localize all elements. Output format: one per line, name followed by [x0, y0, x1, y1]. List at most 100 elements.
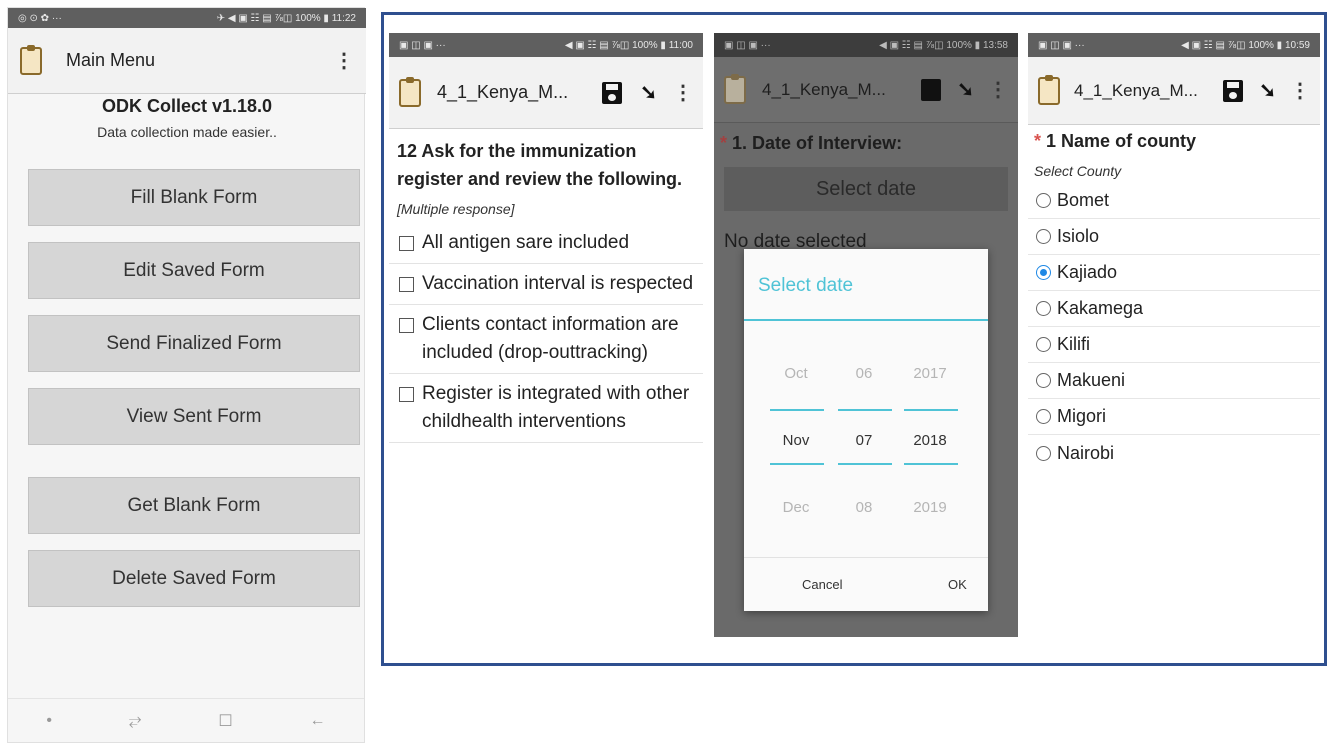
- picker-divider: [838, 463, 892, 465]
- option-label: All antigen sare included: [422, 232, 630, 253]
- question-text: 1. Date of Interview:: [732, 133, 903, 153]
- option-label: Bomet: [1057, 190, 1110, 210]
- option-label: Nairobi: [1057, 442, 1115, 463]
- save-icon[interactable]: [602, 81, 623, 104]
- select-date-button[interactable]: Select date: [724, 167, 1008, 211]
- checkbox[interactable]: [399, 277, 414, 292]
- option-register-integrated[interactable]: Register is integrated with other childh…: [389, 374, 703, 443]
- app-bar: 4_1_Kenya_M... ➘ ⋮: [1028, 57, 1320, 125]
- year-prev: 2017: [913, 365, 947, 382]
- dialog-actions-divider: [744, 557, 988, 558]
- nav-dot-icon: •: [46, 711, 52, 729]
- edit-saved-form-button[interactable]: Edit Saved Form: [28, 242, 360, 299]
- checkbox[interactable]: [399, 236, 414, 251]
- radio-button[interactable]: [1036, 193, 1051, 208]
- view-sent-form-button[interactable]: View Sent Form: [28, 388, 360, 445]
- option-kilifi[interactable]: Kilifi: [1028, 327, 1320, 363]
- clipboard-icon: [1038, 74, 1060, 105]
- option-kakamega[interactable]: Kakamega: [1028, 291, 1320, 327]
- option-kajiado[interactable]: Kajiado: [1028, 255, 1320, 291]
- radio-question-screen: ▣ ◫ ▣ ··· ◀ ▣ ☷ ▤ ⅞◫ 100% ▮ 10:59 4_1_Ke…: [1028, 33, 1320, 465]
- option-isiolo[interactable]: Isiolo: [1028, 219, 1320, 255]
- status-icons-left: ▣ ◫ ▣ ···: [724, 39, 771, 51]
- day-picker[interactable]: 06: [836, 365, 892, 382]
- jump-arrow-icon[interactable]: ➘: [957, 77, 974, 102]
- checkbox[interactable]: [399, 318, 414, 333]
- fill-blank-form-button[interactable]: Fill Blank Form: [28, 169, 360, 226]
- option-all-antigens[interactable]: All antigen sare included: [389, 223, 703, 264]
- radio-button[interactable]: [1036, 373, 1051, 388]
- radio-button[interactable]: [1036, 229, 1051, 244]
- option-nairobi[interactable]: Nairobi: [1028, 435, 1320, 471]
- clipboard-icon: [399, 76, 421, 107]
- ok-button[interactable]: OK: [948, 577, 967, 592]
- send-finalized-form-button[interactable]: Send Finalized Form: [28, 315, 360, 372]
- day-next[interactable]: 08: [836, 499, 892, 516]
- recent-apps-icon[interactable]: ⥂: [129, 712, 142, 730]
- home-icon[interactable]: ☐: [218, 711, 232, 731]
- form-title: 4_1_Kenya_M...: [1074, 80, 1198, 100]
- dialog-title-divider: [744, 319, 988, 321]
- main-menu-screen: ◎ ⊙ ✿ ··· ✈ ◀ ▣ ☷ ▤ ⅞◫ 100% ▮ 11:22 Main…: [7, 7, 366, 743]
- status-bar: ▣ ◫ ▣ ··· ◀ ▣ ☷ ▤ ⅞◫ 100% ▮ 11:00: [389, 33, 703, 57]
- get-blank-form-button[interactable]: Get Blank Form: [28, 477, 360, 534]
- month-picker[interactable]: Oct: [768, 365, 824, 382]
- radio-button[interactable]: [1036, 337, 1051, 352]
- more-options-icon[interactable]: ⋮: [334, 51, 354, 71]
- back-icon[interactable]: ←: [310, 712, 326, 730]
- year-selected[interactable]: 2018: [902, 432, 958, 449]
- option-migori[interactable]: Migori: [1028, 399, 1320, 435]
- status-icons-left: ◎ ⊙ ✿ ···: [18, 12, 62, 24]
- app-bar: 4_1_Kenya_M... ➘ ⋮: [389, 57, 703, 129]
- app-name: ODK Collect v1.18.0: [101, 96, 273, 116]
- radio-button[interactable]: [1036, 409, 1051, 424]
- month-selected[interactable]: Nov: [768, 432, 824, 449]
- app-bar: Main Menu ⋮: [8, 28, 366, 94]
- checkbox[interactable]: [399, 387, 414, 402]
- option-makueni[interactable]: Makueni: [1028, 363, 1320, 399]
- county-options-list: Bomet Isiolo Kajiado Kakamega Kilifi Mak…: [1028, 183, 1320, 471]
- radio-button-selected[interactable]: [1036, 265, 1051, 280]
- app-bar: 4_1_Kenya_M... ➘ ⋮: [714, 57, 1018, 123]
- status-bar: ◎ ⊙ ✿ ··· ✈ ◀ ▣ ☷ ▤ ⅞◫ 100% ▮ 11:22: [8, 8, 366, 28]
- option-label: Kajiado: [1057, 262, 1118, 282]
- year-picker[interactable]: 2017: [902, 365, 958, 382]
- radio-button[interactable]: [1036, 301, 1051, 316]
- checkbox-question-screen: ▣ ◫ ▣ ··· ◀ ▣ ☷ ▤ ⅞◫ 100% ▮ 11:00 4_1_Ke…: [389, 33, 703, 513]
- status-icons-right: ◀ ▣ ☷ ▤ ⅞◫ 100% ▮ 10:59: [1181, 39, 1310, 51]
- option-label: Kakamega: [1057, 298, 1144, 318]
- save-icon[interactable]: [921, 78, 942, 101]
- question-text: 1 Name of county: [1046, 131, 1197, 151]
- more-options-icon[interactable]: ⋮: [1290, 81, 1310, 101]
- picker-divider: [770, 463, 824, 465]
- page-title: Main Menu: [66, 50, 156, 70]
- option-vaccination-interval[interactable]: Vaccination interval is respected: [389, 264, 703, 305]
- save-icon[interactable]: [1223, 79, 1244, 102]
- option-label: Migori: [1057, 406, 1107, 426]
- option-clients-contact[interactable]: Clients contact information are included…: [389, 305, 703, 374]
- required-marker: *: [1034, 131, 1042, 151]
- question-label: * 1. Date of Interview:: [720, 133, 902, 154]
- navigation-bar: • ⥂ ☐ ←: [8, 698, 364, 742]
- month-next[interactable]: Dec: [768, 499, 824, 516]
- status-icons-right: ◀ ▣ ☷ ▤ ⅞◫ 100% ▮ 13:58: [879, 39, 1008, 51]
- jump-arrow-icon[interactable]: ➘: [1259, 78, 1276, 103]
- date-question-screen: ▣ ◫ ▣ ··· ◀ ▣ ☷ ▤ ⅞◫ 100% ▮ 13:58 4_1_Ke…: [714, 33, 1018, 637]
- options-list: All antigen sare included Vaccination in…: [389, 223, 703, 443]
- jump-arrow-icon[interactable]: ➘: [640, 80, 657, 105]
- option-label: Register is integrated with other childh…: [422, 383, 690, 432]
- more-options-icon[interactable]: ⋮: [988, 80, 1008, 100]
- question-hint: Select County: [1034, 163, 1122, 179]
- picker-divider: [838, 409, 892, 411]
- day-selected[interactable]: 07: [836, 432, 892, 449]
- cancel-button[interactable]: Cancel: [802, 577, 842, 592]
- year-next[interactable]: 2019: [902, 499, 958, 516]
- more-options-icon[interactable]: ⋮: [673, 83, 693, 103]
- picker-divider: [904, 463, 958, 465]
- option-label: Kilifi: [1057, 334, 1091, 354]
- radio-button[interactable]: [1036, 445, 1051, 461]
- question-label: 12 Ask for the immunization register and…: [397, 141, 683, 189]
- option-bomet[interactable]: Bomet: [1028, 183, 1320, 219]
- option-label: Makueni: [1057, 370, 1126, 390]
- delete-saved-form-button[interactable]: Delete Saved Form: [28, 550, 360, 607]
